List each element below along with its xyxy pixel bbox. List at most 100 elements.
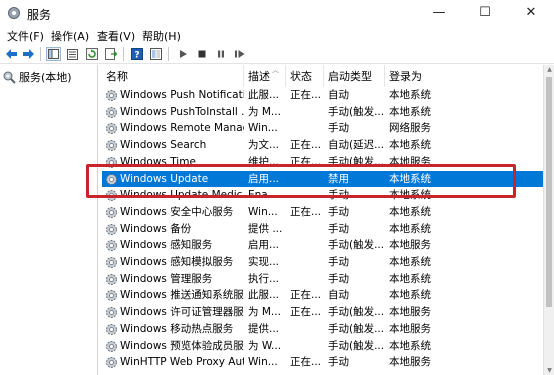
- service-log-on-as: 本地系统: [389, 289, 431, 302]
- service-description: 为 M...: [248, 306, 281, 319]
- show-hide-tree-icon[interactable]: [46, 47, 61, 61]
- properties-sheet-icon[interactable]: [65, 47, 80, 61]
- service-name: Windows 感知服务: [120, 239, 213, 252]
- service-gear-icon: [106, 340, 117, 352]
- column-header-status[interactable]: 状态: [286, 65, 324, 87]
- close-button[interactable]: ✕: [508, 0, 554, 26]
- tree-item-services-local[interactable]: 服务(本地): [3, 69, 72, 85]
- service-name: Windows Push Notificati...: [120, 89, 244, 101]
- service-log-on-as: 本地服务: [389, 306, 431, 319]
- service-log-on-as: 本地系统: [389, 139, 431, 152]
- svg-text:?: ?: [134, 51, 139, 61]
- service-name: Windows 安全中心服务: [120, 205, 234, 218]
- service-name: WinHTTP Web Proxy Aut...: [120, 356, 244, 369]
- menu-help[interactable]: 帮助(H): [142, 28, 181, 44]
- menu-action[interactable]: 操作(A): [51, 28, 89, 44]
- service-gear-icon: [106, 206, 117, 218]
- service-name: Windows 预览体验成员服务: [120, 339, 244, 352]
- service-log-on-as: 本地系统: [389, 222, 431, 235]
- service-startup-type: 手动(触发...: [328, 239, 385, 252]
- service-name: Windows 许可证管理器服务: [120, 306, 244, 319]
- service-status: 正在...: [290, 356, 322, 369]
- service-log-on-as: 本地服务: [389, 322, 431, 335]
- refresh-icon[interactable]: [84, 47, 99, 61]
- tree-item-label: 服务(本地): [19, 71, 72, 84]
- service-startup-type: 自动: [328, 289, 349, 302]
- service-log-on-as: 本地系统: [389, 272, 431, 285]
- service-status: 正在...: [290, 205, 322, 218]
- service-row[interactable]: Windows 感知服务 启用... 手动(触发... 本地服务: [102, 237, 543, 254]
- service-row[interactable]: Windows Remote Manag... Win... 手动 网络服务: [102, 120, 543, 137]
- service-gear-icon: [106, 123, 117, 135]
- service-gear-icon: [106, 273, 117, 285]
- service-status: 正在...: [290, 289, 322, 302]
- help-icon[interactable]: ?: [129, 47, 144, 61]
- service-description: 为 W...: [248, 339, 282, 352]
- vertical-scrollbar[interactable]: ▲ ▼: [543, 65, 554, 375]
- service-gear-icon: [106, 90, 117, 101]
- service-startup-type: 手动(触发...: [328, 339, 385, 352]
- service-row[interactable]: Windows 安全中心服务 Win... 正在... 手动 本地系统: [102, 204, 543, 221]
- service-log-on-as: 本地服务: [389, 239, 431, 252]
- service-row[interactable]: Windows Push Notificati... 此服... 正在... 自动 本地…: [102, 87, 543, 104]
- forward-arrow-icon[interactable]: [21, 47, 36, 61]
- service-description: 实现...: [248, 256, 280, 268]
- column-header-log-on-as[interactable]: 登录为: [385, 65, 543, 87]
- scrollbar-thumb[interactable]: [546, 77, 552, 307]
- service-status: 正在...: [290, 89, 322, 101]
- service-row[interactable]: Windows 许可证管理器服务为 M... 正在... 手动(触发... 本地服务: [102, 304, 543, 321]
- service-gear-icon: [106, 323, 117, 335]
- service-row[interactable]: Windows 备份 提供 ... 手动 本地系统: [102, 221, 543, 238]
- column-header-description[interactable]: 描述: [244, 65, 286, 87]
- start-service-icon[interactable]: [175, 47, 190, 61]
- service-startup-type: 手动: [328, 256, 349, 268]
- service-description: 为文...: [248, 139, 280, 152]
- export-list-icon[interactable]: [103, 47, 118, 61]
- maximize-button[interactable]: ☐: [462, 0, 508, 26]
- service-name: Windows Search: [120, 139, 207, 152]
- service-gear-icon: [106, 290, 117, 302]
- stop-service-icon[interactable]: [194, 47, 209, 61]
- pause-service-icon[interactable]: [213, 47, 228, 61]
- back-arrow-icon[interactable]: [4, 47, 19, 61]
- column-header-startup-type[interactable]: 启动类型: [324, 65, 385, 87]
- toolbar: ?: [0, 44, 554, 64]
- service-row[interactable]: Windows Search 为文... 正在... 自动(延迟... 本地系统: [102, 137, 543, 154]
- service-startup-type: 自动: [328, 89, 349, 101]
- minimize-button[interactable]: —: [416, 0, 462, 26]
- service-row[interactable]: Windows 管理服务 执行... 手动 本地系统: [102, 271, 543, 288]
- service-row[interactable]: WinHTTP Web Proxy Aut... Win... 正在... 手动 本地服…: [102, 354, 543, 371]
- service-name: Windows 感知模拟服务: [120, 256, 234, 268]
- service-status: 正在...: [290, 139, 322, 152]
- service-description: 提供...: [248, 322, 280, 335]
- service-startup-type: 手动(触发...: [328, 322, 385, 335]
- service-log-on-as: 本地系统: [389, 89, 431, 101]
- services-node-icon: [3, 71, 16, 84]
- service-description: Win...: [248, 122, 278, 135]
- service-description: 此服...: [248, 89, 280, 101]
- console-view-icon[interactable]: [148, 47, 163, 61]
- service-row[interactable]: Windows 预览体验成员服务为 W... 手动(触发... 本地系统: [102, 338, 543, 355]
- menu-view[interactable]: 查看(V): [97, 28, 135, 44]
- service-row[interactable]: Windows 移动热点服务 提供... 手动(触发... 本地服务: [102, 321, 543, 338]
- service-startup-type: 自动(延迟...: [328, 139, 385, 152]
- service-log-on-as: 本地系统: [389, 105, 431, 118]
- service-gear-icon: [106, 257, 117, 268]
- service-startup-type: 手动(触发...: [328, 306, 385, 319]
- service-row[interactable]: Windows 感知模拟服务 实现... 手动 本地系统: [102, 254, 543, 271]
- service-gear-icon: [106, 357, 117, 369]
- service-description: 为 M...: [248, 105, 281, 118]
- service-gear-icon: [106, 240, 117, 252]
- service-log-on-as: 网络服务: [389, 122, 431, 135]
- service-name: Windows 备份: [120, 222, 192, 235]
- service-name: Windows PushToInstall ...: [120, 105, 244, 118]
- service-row[interactable]: Windows 推送通知系统服务 此服... 正在... 自动 本地系统: [102, 287, 543, 304]
- highlight-box: [86, 164, 516, 198]
- menu-file[interactable]: 文件(F): [7, 28, 44, 44]
- scroll-down-arrow-icon[interactable]: ▼: [544, 367, 554, 374]
- tree-pane: 服务(本地): [0, 65, 98, 375]
- column-header-name[interactable]: 名称: [102, 65, 244, 87]
- restart-service-icon[interactable]: [232, 47, 247, 61]
- service-row[interactable]: Windows PushToInstall ... 为 M... 手动(触发... 本…: [102, 104, 543, 121]
- scroll-up-arrow-icon[interactable]: ▲: [544, 66, 554, 73]
